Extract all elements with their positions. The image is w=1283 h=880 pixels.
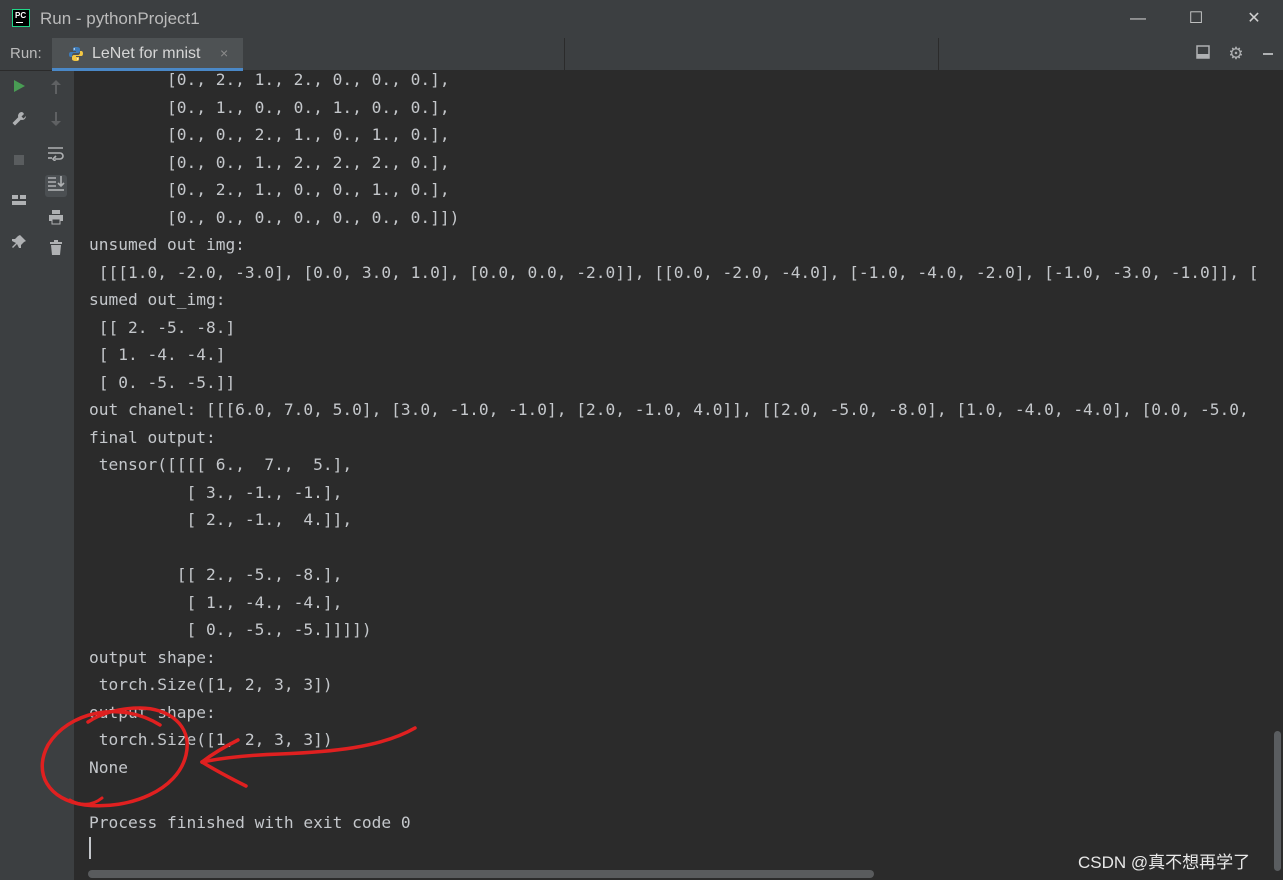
run-label: Run: [10,45,42,62]
layout-icon[interactable] [1193,44,1213,64]
console-line: out chanel: [[[6.0, 7.0, 5.0], [3.0, -1.… [89,400,1249,419]
console-line: torch.Size([1, 2, 3, 3]) [89,675,333,694]
soft-wrap-icon[interactable] [45,145,67,167]
tab-close-icon[interactable]: × [220,45,228,61]
console-line: [ 3., -1., -1.], [89,482,343,502]
console-line: [ 0., -5., -5.]]]]) [89,620,372,639]
run-toolbar-left [0,71,38,880]
scroll-to-end-icon[interactable] [45,175,67,197]
console-line: [ 1., -4., -4.], [89,592,343,612]
console-line: [0., 0., 1., 2., 2., 2., 0.], [89,152,450,172]
scrollbar-thumb[interactable] [88,870,874,878]
console-line: final output: [89,427,216,447]
console-line: torch.Size([1, 2, 3, 3]) [89,730,333,749]
console-line: sumed out_img: [89,290,226,309]
vertical-scrollbar[interactable] [1271,71,1283,880]
run-config-tab[interactable]: LeNet for mnist × [52,38,243,71]
console-line: output shape: [89,702,216,722]
maximize-button[interactable]: ☐ [1166,0,1226,38]
text-caret [89,837,91,859]
window-title: Run - pythonProject1 [40,9,200,28]
watermark: CSDN @真不想再学了 [1078,853,1251,872]
divider [564,38,565,71]
minimize-panel-icon[interactable] [1258,44,1278,64]
console-output[interactable]: [0., 2., 1., 2., 0., 0., 0.], [0., 1., 0… [74,71,1271,867]
console-line: [ 1. -4. -4.] [89,345,226,364]
console-line: [[ 2., -5., -8.], [89,565,343,584]
stop-icon[interactable] [8,151,30,173]
divider [938,38,939,71]
tab-label: LeNet for mnist [92,45,201,62]
console-line: output shape: [89,647,216,667]
up-arrow-icon[interactable] [45,79,67,101]
console-line: [ 0. -5. -5.]] [89,372,236,392]
console-line: None [89,757,128,777]
scrollbar-thumb[interactable] [1274,731,1281,871]
trash-icon[interactable] [45,240,67,262]
down-arrow-icon[interactable] [45,111,67,133]
title-bar: PC Run - pythonProject1 — ☐ ✕ [0,0,1283,38]
python-icon [69,47,83,61]
console-line: [0., 0., 0., 0., 0., 0., 0.]]) [89,207,460,227]
pin-icon[interactable] [8,234,30,256]
console-line: [0., 1., 0., 0., 1., 0., 0.], [89,97,450,117]
run-tab-bar: Run: LeNet for mnist × ⚙ [0,38,1283,71]
close-window-button[interactable]: ✕ [1224,0,1283,38]
console-line: tensor([[[[ 6., 7., 5.], [89,455,353,474]
print-icon[interactable] [45,209,67,231]
wrench-icon[interactable] [8,111,30,133]
console-line: [0., 0., 2., 1., 0., 1., 0.], [89,125,450,144]
layout-icon[interactable] [8,192,30,214]
gear-icon[interactable]: ⚙ [1226,44,1246,64]
console-line: [0., 2., 1., 0., 0., 1., 0.], [89,180,450,199]
run-icon[interactable] [8,78,30,100]
console-toolbar [38,71,74,880]
console-line: Process finished with exit code 0 [89,812,411,832]
console-line: [0., 2., 1., 2., 0., 0., 0.], [89,71,450,89]
console-line: [ 2., -1., 4.]], [89,510,353,529]
pycharm-logo-icon: PC [12,9,30,27]
console-line: unsumed out img: [89,235,245,254]
minimize-button[interactable]: — [1108,0,1168,38]
console-line: [[[1.0, -2.0, -3.0], [0.0, 3.0, 1.0], [0… [89,262,1259,282]
console-line: [[ 2. -5. -8.] [89,317,236,337]
